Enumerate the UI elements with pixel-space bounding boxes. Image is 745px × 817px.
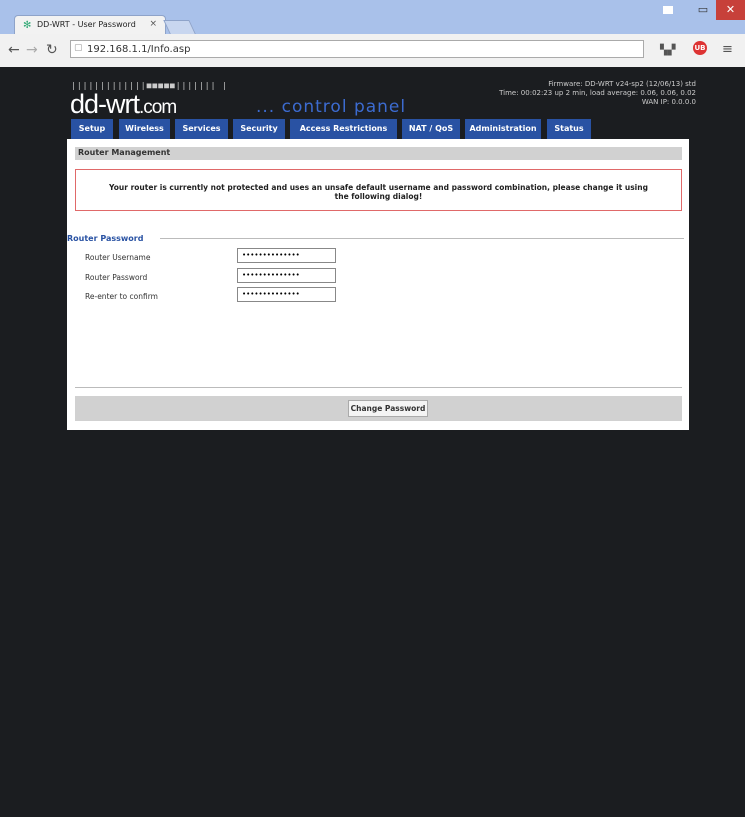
page-icon: ▢ — [74, 43, 83, 53]
button-bar: Change Password — [75, 396, 682, 421]
browser-titlebar: ✻ DD-WRT - User Password × ▭ ✕ — [0, 0, 745, 36]
change-password-button[interactable]: Change Password — [348, 400, 428, 417]
password-input[interactable]: •••••••••••••• — [237, 268, 336, 283]
tab-services[interactable]: Services — [175, 119, 228, 139]
reload-icon[interactable]: ↻ — [46, 42, 58, 58]
address-url: 192.168.1.1/Info.asp — [87, 44, 191, 55]
section-header: Router Management — [75, 147, 682, 160]
section-title: Router Management — [78, 148, 171, 157]
warning-box: Your router is currently not protected a… — [75, 169, 682, 211]
favicon-icon: ✻ — [23, 20, 32, 31]
content-panel: Router Management Your router is current… — [67, 139, 689, 430]
username-input[interactable]: •••••••••••••• — [237, 248, 336, 263]
router-page: |||||||||||||■■■■■||||||| | dd-wrt.com .… — [0, 67, 745, 817]
tab-status[interactable]: Status — [547, 119, 591, 139]
warning-text: Your router is currently not protected a… — [109, 183, 648, 201]
password-label: Router Password — [85, 273, 148, 282]
tab-wireless[interactable]: Wireless — [119, 119, 170, 139]
ddwrt-logo: dd-wrt.com — [70, 89, 177, 120]
window-close-button[interactable]: ✕ — [716, 0, 745, 20]
forward-arrow-icon[interactable]: → — [26, 42, 38, 58]
window-minimize-button[interactable] — [655, 0, 681, 20]
info-wan-ip: WAN IP: 0.0.0.0 — [641, 98, 696, 106]
info-firmware: Firmware: DD-WRT v24-sp2 (12/06/13) std — [548, 80, 696, 88]
browser-tab[interactable]: ✻ DD-WRT - User Password × — [14, 15, 166, 34]
info-time: Time: 00:02:23 up 2 min, load average: 0… — [499, 89, 696, 97]
hamburger-menu-icon[interactable]: ≡ — [722, 42, 733, 57]
tab-close-icon[interactable]: × — [149, 19, 157, 29]
confirm-password-input[interactable]: •••••••••••••• — [237, 287, 336, 302]
fieldset-legend: Router Password — [67, 234, 144, 243]
tab-title: DD-WRT - User Password — [37, 20, 136, 29]
back-arrow-icon[interactable]: ← — [8, 42, 20, 58]
extension-badge-icon[interactable]: UB — [693, 41, 707, 55]
tab-administration[interactable]: Administration — [465, 119, 541, 139]
tab-access-restrictions[interactable]: Access Restrictions — [290, 119, 397, 139]
browser-toolbar: ← → ↻ ▢ 192.168.1.1/Info.asp ▚▞ UB ≡ — [0, 34, 745, 68]
router-info: Firmware: DD-WRT v24-sp2 (12/06/13) std … — [499, 80, 696, 107]
confirm-password-label: Re-enter to confirm — [85, 292, 158, 301]
tab-security[interactable]: Security — [233, 119, 285, 139]
window-maximize-button[interactable]: ▭ — [690, 0, 716, 20]
fieldset-divider — [160, 238, 684, 239]
tab-setup[interactable]: Setup — [71, 119, 113, 139]
extension-icon[interactable]: ▚▞ — [660, 45, 675, 56]
username-label: Router Username — [85, 253, 151, 262]
form-divider — [75, 387, 682, 388]
control-panel-title: ... control panel — [256, 97, 407, 117]
tab-nat-qos[interactable]: NAT / QoS — [402, 119, 460, 139]
logo-dotcom: .com — [139, 97, 177, 118]
logo-main: dd-wrt — [70, 89, 140, 119]
address-bar[interactable]: ▢ 192.168.1.1/Info.asp — [70, 40, 644, 58]
